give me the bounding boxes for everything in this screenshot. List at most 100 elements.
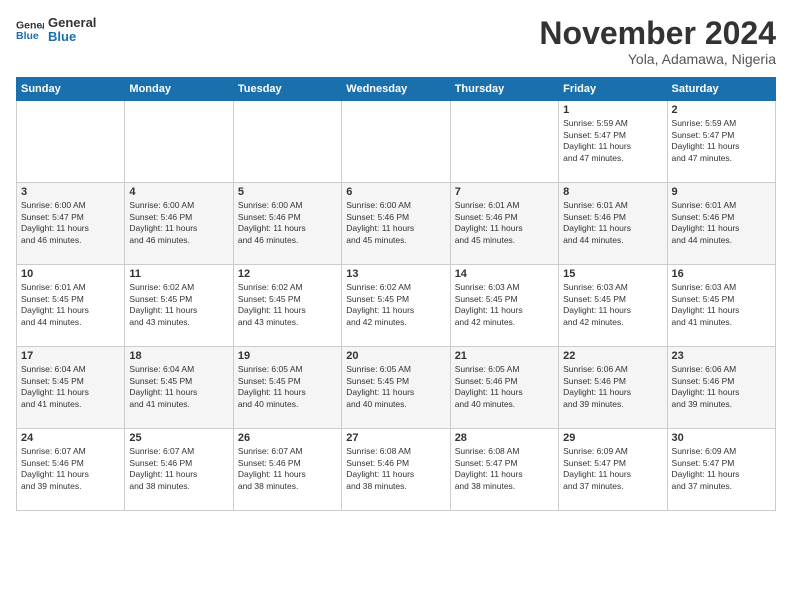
day-number: 28 [455, 432, 554, 444]
day-number: 3 [21, 186, 120, 198]
day-info: Sunrise: 6:04 AM Sunset: 5:45 PM Dayligh… [129, 364, 228, 410]
day-number: 11 [129, 268, 228, 280]
calendar: Sunday Monday Tuesday Wednesday Thursday… [16, 77, 776, 511]
day-info: Sunrise: 6:02 AM Sunset: 5:45 PM Dayligh… [129, 282, 228, 328]
day-number: 23 [672, 350, 771, 362]
day-number: 17 [21, 350, 120, 362]
logo: General Blue General Blue [16, 16, 96, 45]
table-cell: 20Sunrise: 6:05 AM Sunset: 5:45 PM Dayli… [342, 347, 450, 429]
table-cell [342, 101, 450, 183]
header-wednesday: Wednesday [342, 78, 450, 101]
header-tuesday: Tuesday [233, 78, 341, 101]
table-cell: 19Sunrise: 6:05 AM Sunset: 5:45 PM Dayli… [233, 347, 341, 429]
day-info: Sunrise: 6:08 AM Sunset: 5:47 PM Dayligh… [455, 446, 554, 492]
day-number: 8 [563, 186, 662, 198]
week-row-2: 3 Sunrise: 6:00 AM Sunset: 5:47 PM Daylig… [17, 183, 776, 265]
table-cell [233, 101, 341, 183]
day-info: Sunrise: 6:02 AM Sunset: 5:45 PM Dayligh… [238, 282, 337, 328]
day-number: 25 [129, 432, 228, 444]
day-number: 2 [672, 104, 771, 116]
day-number: 16 [672, 268, 771, 280]
day-number: 27 [346, 432, 445, 444]
day-number: 26 [238, 432, 337, 444]
day-number: 18 [129, 350, 228, 362]
table-cell: 8 Sunrise: 6:01 AM Sunset: 5:46 PM Daylig… [559, 183, 667, 265]
day-number: 7 [455, 186, 554, 198]
day-number: 15 [563, 268, 662, 280]
day-number: 12 [238, 268, 337, 280]
day-info: Sunrise: 6:00 AM Sunset: 5:46 PM Dayligh… [346, 200, 445, 246]
table-cell: 29Sunrise: 6:09 AM Sunset: 5:47 PM Dayli… [559, 429, 667, 511]
header-thursday: Thursday [450, 78, 558, 101]
day-info: Sunrise: 6:07 AM Sunset: 5:46 PM Dayligh… [129, 446, 228, 492]
table-cell: 23 Sunrise: 6:06 AM Sunset: 5:46 PM Dayli… [667, 347, 775, 429]
day-number: 4 [129, 186, 228, 198]
day-info: Sunrise: 6:07 AM Sunset: 5:46 PM Dayligh… [21, 446, 120, 492]
table-cell: 1Sunrise: 5:59 AM Sunset: 5:47 PM Daylig… [559, 101, 667, 183]
month-title: November 2024 [539, 16, 776, 51]
table-cell: 4 Sunrise: 6:00 AM Sunset: 5:46 PM Daylig… [125, 183, 233, 265]
logo-blue: Blue [48, 29, 76, 44]
table-cell: 5 Sunrise: 6:00 AM Sunset: 5:46 PM Daylig… [233, 183, 341, 265]
day-info: Sunrise: 6:09 AM Sunset: 5:47 PM Dayligh… [672, 446, 771, 492]
table-cell [125, 101, 233, 183]
day-info: Sunrise: 6:00 AM Sunset: 5:47 PM Dayligh… [21, 200, 120, 246]
day-number: 22 [563, 350, 662, 362]
day-info: Sunrise: 6:00 AM Sunset: 5:46 PM Dayligh… [238, 200, 337, 246]
day-number: 9 [672, 186, 771, 198]
table-cell: 2 Sunrise: 5:59 AM Sunset: 5:47 PM Daylig… [667, 101, 775, 183]
logo-general: General [48, 15, 96, 30]
table-cell: 15Sunrise: 6:03 AM Sunset: 5:45 PM Dayli… [559, 265, 667, 347]
header-saturday: Saturday [667, 78, 775, 101]
table-cell: 14Sunrise: 6:03 AM Sunset: 5:45 PM Dayli… [450, 265, 558, 347]
table-cell: 17 Sunrise: 6:04 AM Sunset: 5:45 PM Dayli… [17, 347, 125, 429]
calendar-header-row: Sunday Monday Tuesday Wednesday Thursday… [17, 78, 776, 101]
day-info: Sunrise: 6:00 AM Sunset: 5:46 PM Dayligh… [129, 200, 228, 246]
header-sunday: Sunday [17, 78, 125, 101]
day-info: Sunrise: 6:06 AM Sunset: 5:46 PM Dayligh… [672, 364, 771, 410]
table-cell: 11 Sunrise: 6:02 AM Sunset: 5:45 PM Dayli… [125, 265, 233, 347]
header-monday: Monday [125, 78, 233, 101]
day-info: Sunrise: 6:02 AM Sunset: 5:45 PM Dayligh… [346, 282, 445, 328]
header-friday: Friday [559, 78, 667, 101]
table-cell: 28 Sunrise: 6:08 AM Sunset: 5:47 PM Dayli… [450, 429, 558, 511]
day-info: Sunrise: 6:05 AM Sunset: 5:45 PM Dayligh… [238, 364, 337, 410]
week-row-3: 10Sunrise: 6:01 AM Sunset: 5:45 PM Dayli… [17, 265, 776, 347]
table-cell: 27Sunrise: 6:08 AM Sunset: 5:46 PM Dayli… [342, 429, 450, 511]
table-cell: 12 Sunrise: 6:02 AM Sunset: 5:45 PM Dayli… [233, 265, 341, 347]
day-number: 21 [455, 350, 554, 362]
day-info: Sunrise: 6:01 AM Sunset: 5:46 PM Dayligh… [563, 200, 662, 246]
table-cell: 24 Sunrise: 6:07 AM Sunset: 5:46 PM Dayli… [17, 429, 125, 511]
table-cell: 25 Sunrise: 6:07 AM Sunset: 5:46 PM Dayli… [125, 429, 233, 511]
day-number: 1 [563, 104, 662, 116]
week-row-4: 17 Sunrise: 6:04 AM Sunset: 5:45 PM Dayli… [17, 347, 776, 429]
table-cell [17, 101, 125, 183]
week-row-1: 1 Sunrise: 5:59 AM Sunset: 5:47 PM Daylig… [17, 101, 776, 183]
day-info: Sunrise: 6:04 AM Sunset: 5:45 PM Dayligh… [21, 364, 120, 410]
table-cell: 13 Sunrise: 6:02 AM Sunset: 5:45 PM Dayli… [342, 265, 450, 347]
table-cell: 18 Sunrise: 6:04 AM Sunset: 5:45 PM Dayli… [125, 347, 233, 429]
day-info: Sunrise: 6:03 AM Sunset: 5:45 PM Dayligh… [455, 282, 554, 328]
day-number: 13 [346, 268, 445, 280]
day-info: Sunrise: 5:59 AM Sunset: 5:47 PM Dayligh… [672, 118, 771, 164]
day-number: 5 [238, 186, 337, 198]
day-number: 6 [346, 186, 445, 198]
table-cell: 21Sunrise: 6:05 AM Sunset: 5:46 PM Dayli… [450, 347, 558, 429]
table-cell: 16Sunrise: 6:03 AM Sunset: 5:45 PM Dayli… [667, 265, 775, 347]
table-cell [450, 101, 558, 183]
day-info: Sunrise: 6:06 AM Sunset: 5:46 PM Dayligh… [563, 364, 662, 410]
page: General Blue General Blue November 2024 … [0, 0, 792, 612]
title-block: November 2024 Yola, Adamawa, Nigeria [539, 16, 776, 67]
day-info: Sunrise: 6:01 AM Sunset: 5:46 PM Dayligh… [672, 200, 771, 246]
table-cell: 9 Sunrise: 6:01 AM Sunset: 5:46 PM Daylig… [667, 183, 775, 265]
day-info: Sunrise: 6:09 AM Sunset: 5:47 PM Dayligh… [563, 446, 662, 492]
svg-text:Blue: Blue [16, 30, 39, 42]
day-info: Sunrise: 6:05 AM Sunset: 5:45 PM Dayligh… [346, 364, 445, 410]
table-cell: 30Sunrise: 6:09 AM Sunset: 5:47 PM Dayli… [667, 429, 775, 511]
table-cell: 22 Sunrise: 6:06 AM Sunset: 5:46 PM Dayli… [559, 347, 667, 429]
logo-icon: General Blue [16, 16, 44, 44]
day-number: 24 [21, 432, 120, 444]
location: Yola, Adamawa, Nigeria [539, 51, 776, 67]
table-cell: 26Sunrise: 6:07 AM Sunset: 5:46 PM Dayli… [233, 429, 341, 511]
day-number: 10 [21, 268, 120, 280]
